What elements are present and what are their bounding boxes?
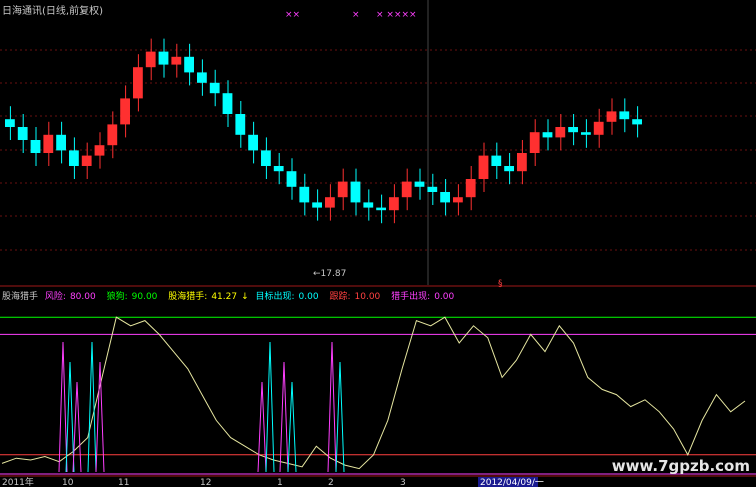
- x-tick-label: 11: [118, 478, 129, 487]
- signal-spike: [95, 361, 105, 473]
- x-tick-label: 3: [400, 478, 406, 487]
- hunter-appear-value: 0.00: [434, 292, 455, 302]
- candle-body: [453, 197, 463, 203]
- legend-risk: 风险: 80.00: [45, 292, 100, 302]
- candle-body: [43, 134, 54, 153]
- top-x-marker: ××: [285, 10, 300, 20]
- x-tick-label: 12: [200, 478, 211, 487]
- legend-wolf: 狼狗: 90.00: [107, 292, 162, 302]
- cursor-date-label: 2012/04/09/一: [480, 478, 544, 487]
- indicator-legend: 股海猎手 风险: 80.00 狼狗: 90.00 股海猎手: 41.27 ↓ 目标出现:…: [2, 289, 462, 302]
- legend-target: 目标出现: 0.00: [256, 292, 323, 302]
- candle-body: [632, 119, 642, 125]
- signal-spike: [58, 341, 68, 473]
- candle-body: [5, 119, 15, 127]
- signal-spike: [327, 341, 337, 473]
- candle-body: [414, 181, 425, 187]
- candle-body: [555, 127, 566, 138]
- candle-body: [158, 51, 169, 65]
- track-value: 10.00: [354, 292, 381, 302]
- indicator-name: 股海猎手: [2, 292, 39, 302]
- candle-body: [30, 140, 41, 153]
- candle-body: [120, 98, 130, 125]
- candle-body: [542, 132, 553, 138]
- candle-body: [350, 181, 361, 203]
- candle-body: [517, 153, 527, 172]
- candle-body: [286, 171, 297, 187]
- chart-canvas: ←17.87§×× × × ××××2011年 10 11 12 1 2 3 2012/04/09…: [0, 0, 756, 487]
- signal-spike: [335, 361, 345, 473]
- candle-body: [248, 134, 258, 151]
- signal-spike: [287, 381, 297, 473]
- candle-body: [17, 127, 28, 140]
- candle-body: [581, 132, 591, 135]
- signal-spike: [279, 361, 289, 473]
- candle-body: [427, 186, 438, 192]
- x-tick-label: 1: [277, 478, 283, 487]
- mid-marker: §: [498, 279, 503, 289]
- candle-body: [389, 197, 399, 211]
- hunter-value: 41.27: [211, 292, 238, 302]
- x-tick-label: 10: [62, 478, 74, 487]
- hunter-appear-label: 猎手出现:: [391, 292, 431, 302]
- candle-body: [465, 179, 476, 198]
- candle-body: [222, 93, 233, 114]
- candle-body: [69, 150, 79, 166]
- top-x-marker: ×: [352, 10, 360, 20]
- wolf-value: 90.00: [131, 292, 158, 302]
- low-price-label: ←17.87: [313, 269, 346, 279]
- candle-body: [376, 207, 386, 211]
- target-label: 目标出现:: [255, 292, 295, 302]
- candle-body: [184, 56, 194, 73]
- x-tick-label: 2011年: [2, 476, 34, 487]
- candle-body: [491, 155, 502, 166]
- track-label: 跟踪:: [329, 292, 351, 302]
- candle-body: [401, 181, 412, 198]
- candle-body: [107, 124, 118, 146]
- signal-spike: [265, 341, 275, 473]
- candle-body: [94, 145, 105, 156]
- legend-hunter-appear: 猎手出现: 0.00: [391, 292, 458, 302]
- legend-hunter: 股海猎手: 41.27 ↓: [168, 292, 249, 302]
- candle-body: [171, 56, 182, 65]
- signal-spike: [257, 381, 267, 473]
- candle-body: [606, 111, 617, 122]
- candle-body: [337, 181, 348, 198]
- candle-body: [440, 192, 450, 203]
- risk-value: 80.00: [69, 292, 96, 302]
- watermark: www.7gpzb.com: [611, 457, 750, 475]
- wolf-label: 狼狗:: [106, 292, 128, 302]
- hunter-label: 股海猎手:: [168, 292, 208, 302]
- candle-body: [235, 114, 246, 135]
- target-value: 0.00: [298, 292, 319, 302]
- candle-body: [504, 166, 514, 172]
- candle-body: [197, 72, 207, 83]
- candle-body: [363, 202, 374, 208]
- candle-body: [299, 186, 310, 203]
- chart-title: 日海通讯(日线,前复权): [2, 6, 103, 17]
- candle-body: [133, 67, 143, 99]
- candle-body: [261, 150, 271, 166]
- candle-body: [568, 127, 578, 133]
- candle-body: [81, 155, 92, 166]
- hunter-series-line: [1, 316, 746, 470]
- candle-body: [593, 121, 604, 135]
- candle-body: [478, 155, 489, 179]
- candle-body: [273, 166, 284, 172]
- candle-body: [312, 202, 322, 208]
- risk-label: 风险:: [44, 292, 66, 302]
- x-tick-label: 2: [328, 478, 334, 487]
- signal-spike: [72, 381, 82, 473]
- candle-body: [619, 111, 630, 120]
- candle-body: [145, 51, 156, 68]
- candle-body: [325, 197, 335, 208]
- candle-body: [56, 134, 66, 151]
- legend-track: 跟踪: 10.00: [329, 292, 384, 302]
- top-x-marker: × ××××: [376, 10, 417, 20]
- candle-body: [529, 132, 540, 153]
- candle-body: [209, 82, 220, 94]
